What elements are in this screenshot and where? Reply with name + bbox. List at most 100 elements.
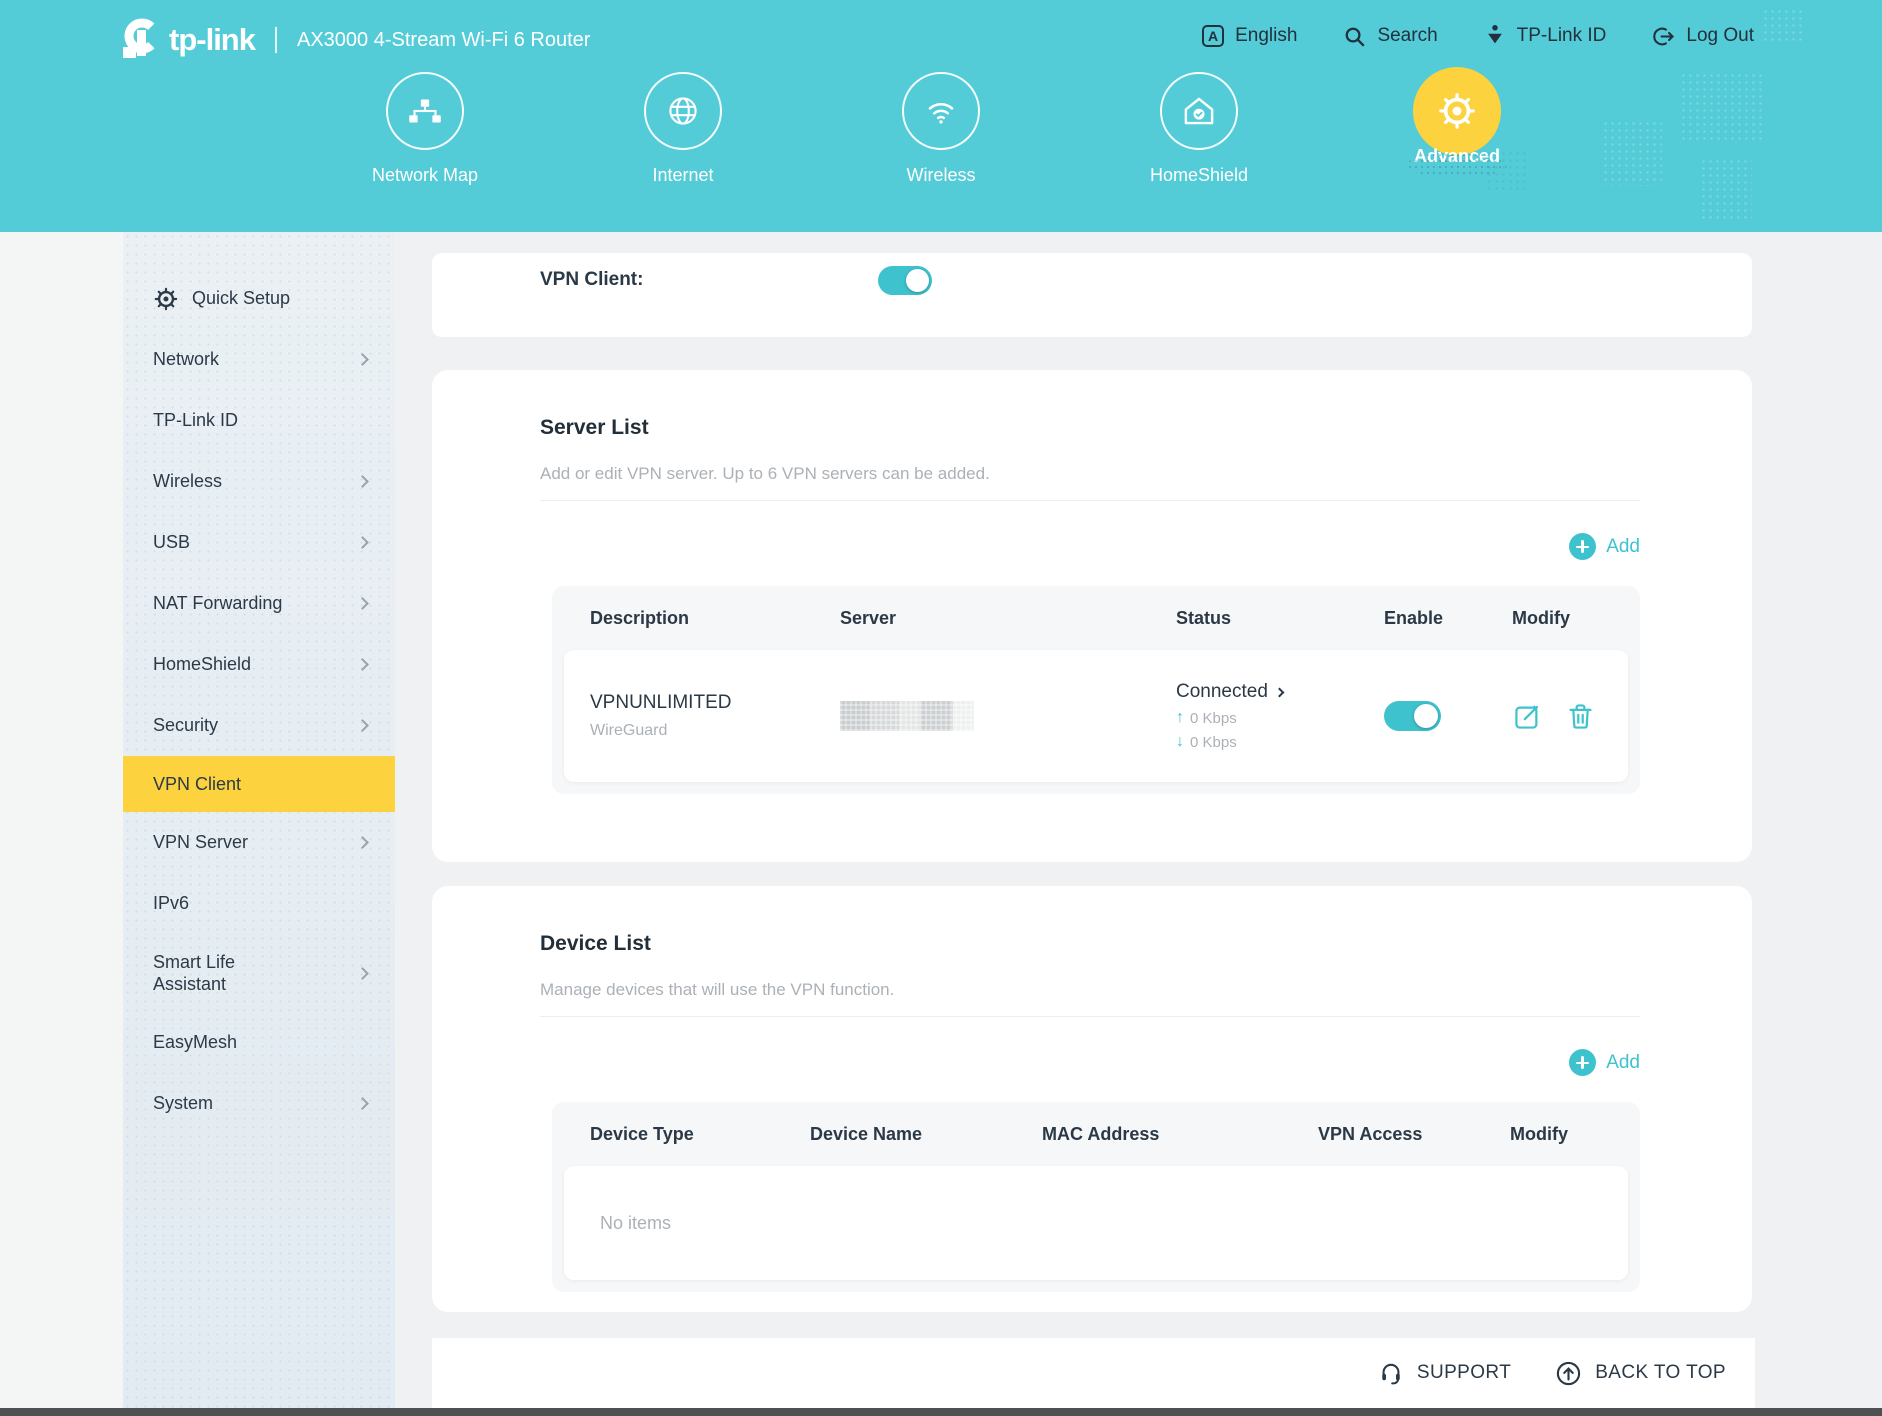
tab-internet[interactable]: Internet (554, 72, 812, 186)
status-link[interactable]: Connected (1176, 681, 1384, 703)
chevron-right-icon (356, 719, 369, 732)
header-decor-pattern (1762, 8, 1806, 42)
logout-label: Log Out (1686, 25, 1754, 47)
language-button[interactable]: A English (1202, 25, 1297, 47)
delete-icon[interactable] (1565, 701, 1596, 732)
network-map-icon (386, 72, 464, 150)
sidebar-item-homeshield[interactable]: HomeShield (123, 634, 395, 695)
back-to-top-label: BACK TO TOP (1595, 1362, 1726, 1384)
server-table-body: VPNUNLIMITED WireGuard Connected ↑ (564, 650, 1628, 782)
logout-button[interactable]: Log Out (1652, 25, 1754, 48)
back-to-top-icon (1555, 1360, 1582, 1387)
device-list-subtitle: Manage devices that will use the VPN fun… (540, 980, 1640, 1000)
sidebar-item-vpn-server[interactable]: VPN Server (123, 812, 395, 873)
header-divider (275, 27, 277, 53)
tab-label: Internet (652, 165, 713, 186)
col-device-type: Device Type (590, 1124, 810, 1145)
tab-wireless[interactable]: Wireless (812, 72, 1070, 186)
status-text: Connected (1176, 681, 1268, 703)
divider (540, 1016, 1640, 1017)
server-description-cell: VPNUNLIMITED WireGuard (590, 692, 840, 740)
server-table: Description Server Status Enable Modify … (552, 586, 1640, 794)
sidebar-item-smart-life-assistant[interactable]: Smart Life Assistant (123, 934, 395, 1012)
chevron-right-icon (356, 658, 369, 671)
chevron-right-icon (356, 836, 369, 849)
sidebar-item-label: Quick Setup (192, 288, 290, 309)
col-modify: Modify (1510, 1124, 1640, 1145)
bottom-strip (0, 1408, 1882, 1416)
server-address-cell (840, 701, 1176, 731)
sidebar-item-system[interactable]: System (123, 1073, 395, 1134)
language-label: English (1235, 25, 1297, 47)
tplink-id-button[interactable]: TP-Link ID (1484, 24, 1607, 48)
sidebar-item-wireless[interactable]: Wireless (123, 451, 395, 512)
server-list-title: Server List (540, 416, 1640, 440)
server-status-cell: Connected ↑ 0 Kbps ↓ 0 Kbps (1176, 681, 1384, 751)
search-button[interactable]: Search (1343, 25, 1437, 48)
download-rate: ↓ 0 Kbps (1176, 733, 1384, 751)
server-enable-toggle[interactable] (1384, 701, 1441, 731)
server-add-button[interactable]: Add (540, 533, 1640, 560)
vpn-client-toggle[interactable] (878, 266, 932, 295)
chevron-right-icon (356, 597, 369, 610)
wireless-icon (902, 72, 980, 150)
device-list-title: Device List (540, 932, 1640, 956)
server-description: VPNUNLIMITED (590, 692, 840, 714)
support-label: SUPPORT (1417, 1362, 1511, 1384)
search-label: Search (1377, 25, 1437, 47)
device-table: Device Type Device Name MAC Address VPN … (552, 1102, 1640, 1292)
empty-state: No items (564, 1166, 1628, 1280)
device-list-card: Device List Manage devices that will use… (432, 886, 1752, 1312)
headset-icon (1378, 1360, 1404, 1386)
back-to-top-button[interactable]: BACK TO TOP (1555, 1360, 1726, 1387)
add-icon (1569, 533, 1596, 560)
advanced-decor-dots (1407, 152, 1507, 178)
server-list-subtitle: Add or edit VPN server. Up to 6 VPN serv… (540, 464, 1640, 484)
sidebar-item-nat-forwarding[interactable]: NAT Forwarding (123, 573, 395, 634)
sidebar-item-usb[interactable]: USB (123, 512, 395, 573)
sidebar-item-security[interactable]: Security (123, 695, 395, 756)
table-row: VPNUNLIMITED WireGuard Connected ↑ (564, 650, 1628, 782)
homeshield-icon (1160, 72, 1238, 150)
device-add-button[interactable]: Add (540, 1049, 1640, 1076)
edit-icon[interactable] (1512, 701, 1543, 732)
header: tp-link AX3000 4-Stream Wi-Fi 6 Router A… (0, 0, 1882, 232)
sidebar-item-vpn-client[interactable]: VPN Client (123, 756, 395, 812)
main-content: VPN Client: Server List Add or edit VPN … (395, 232, 1882, 1416)
sidebar-item-network[interactable]: Network (123, 329, 395, 390)
internet-icon (644, 72, 722, 150)
chevron-right-icon (356, 475, 369, 488)
col-description: Description (590, 608, 840, 629)
sidebar-item-tplink-id[interactable]: TP-Link ID (123, 390, 395, 451)
sidebar-item-easymesh[interactable]: EasyMesh (123, 1012, 395, 1073)
vpn-client-card: VPN Client: (432, 253, 1752, 337)
tplink-id-label: TP-Link ID (1517, 25, 1607, 47)
sidebar-item-ipv6[interactable]: IPv6 (123, 873, 395, 934)
chevron-right-icon (356, 353, 369, 366)
sidebar-item-quick-setup[interactable]: Quick Setup (123, 268, 395, 329)
router-model-title: AX3000 4-Stream Wi-Fi 6 Router (297, 29, 590, 52)
chevron-right-icon (356, 536, 369, 549)
sidebar: Quick Setup Network TP-Link ID Wireless … (123, 232, 395, 1416)
upload-arrow-icon: ↑ (1176, 709, 1184, 727)
server-enable-cell (1384, 701, 1512, 731)
col-enable: Enable (1384, 608, 1512, 629)
header-actions: A English Search TP-Link ID (1202, 24, 1754, 48)
support-button[interactable]: SUPPORT (1378, 1360, 1511, 1386)
main-nav: Network Map Internet Wirele (0, 72, 1882, 186)
tab-homeshield[interactable]: HomeShield (1070, 72, 1328, 186)
advanced-gear-icon (1413, 67, 1501, 155)
vpn-client-label: VPN Client: (540, 269, 643, 291)
tab-network-map[interactable]: Network Map (296, 72, 554, 186)
quick-setup-gear-icon (153, 286, 179, 312)
tab-advanced[interactable]: Advanced (1328, 72, 1586, 186)
search-icon (1343, 25, 1366, 48)
server-table-header: Description Server Status Enable Modify (552, 586, 1640, 650)
chevron-right-icon (356, 1097, 369, 1110)
col-modify: Modify (1512, 608, 1640, 629)
tab-label: Wireless (906, 165, 975, 186)
chevron-right-icon (1274, 687, 1284, 697)
tab-label: HomeShield (1150, 165, 1248, 186)
server-modify-cell (1512, 701, 1628, 732)
col-status: Status (1176, 608, 1384, 629)
